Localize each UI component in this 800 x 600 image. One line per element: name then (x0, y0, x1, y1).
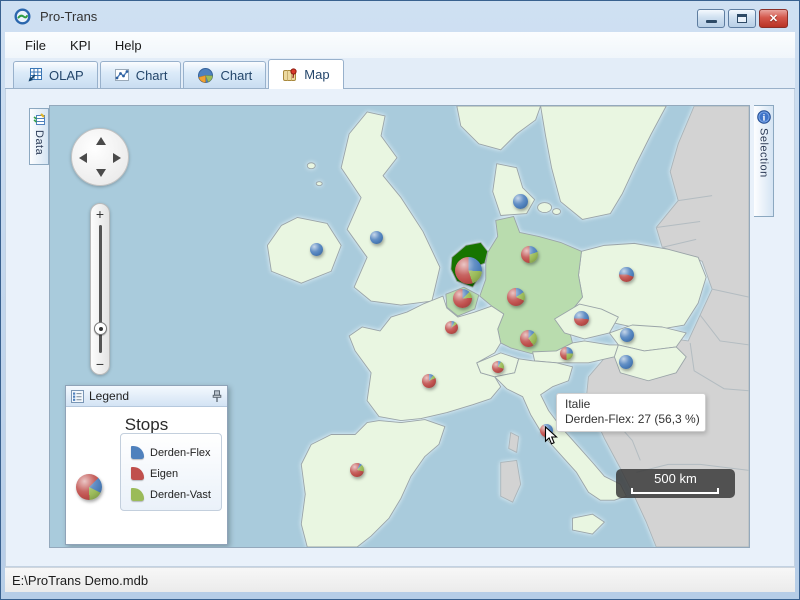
zoom-out-icon[interactable]: − (91, 357, 109, 371)
map-zoom-slider[interactable]: + − (90, 203, 110, 375)
tab-map-label: Map (304, 67, 329, 82)
minimize-icon (706, 20, 717, 23)
menu-kpi[interactable]: KPI (60, 35, 101, 56)
legend-sample-pie (76, 474, 102, 500)
menu-bar: File KPI Help (5, 32, 795, 58)
close-button[interactable]: ✕ (759, 9, 788, 28)
legend-title-bar[interactable]: Legend (66, 386, 227, 407)
map-pan-compass[interactable] (71, 128, 129, 186)
pan-right-icon[interactable] (113, 153, 121, 163)
app-logo-icon (14, 8, 31, 25)
map-pie-marker-n-france[interactable] (445, 321, 458, 334)
sidebar-tab-selection[interactable]: i Selection (754, 105, 774, 217)
map-pie-marker-hungary[interactable] (619, 355, 633, 369)
map-pie-marker-france[interactable] (422, 374, 436, 388)
status-bar: E:\ProTrans Demo.mdb (5, 567, 795, 592)
map-tab-page: Data i Selection (5, 89, 795, 567)
map-icon (282, 67, 298, 83)
sidebar-tab-data[interactable]: Data (29, 108, 49, 165)
map-pie-marker-c-germany[interactable] (507, 288, 525, 306)
status-file-path: E:\ProTrans Demo.mdb (12, 573, 148, 588)
map-pie-marker-ireland[interactable] (310, 243, 323, 256)
window-title: Pro-Trans (40, 9, 97, 24)
map-pie-marker-poland[interactable] (619, 267, 634, 282)
mouse-cursor (544, 426, 558, 446)
map-pie-marker-s-germany[interactable] (520, 330, 537, 347)
scale-bar-line (631, 488, 719, 494)
tab-olap[interactable]: OLAP (13, 61, 98, 88)
legend-title: Legend (89, 389, 207, 403)
legend-panel[interactable]: Legend Stops Derden-Flex (65, 385, 228, 545)
pan-up-icon[interactable] (96, 137, 106, 145)
scale-bar-label: 500 km (616, 471, 735, 486)
map-pie-marker-slovakia[interactable] (620, 328, 634, 342)
zoom-slider-thumb[interactable] (94, 322, 107, 335)
map-pie-marker-denmark[interactable] (513, 194, 528, 209)
map-scale-bar: 500 km (616, 469, 735, 498)
pan-down-icon[interactable] (96, 169, 106, 177)
minimize-button[interactable] (697, 9, 725, 28)
legend-item-derden-vast: Derden-Vast (131, 484, 221, 505)
eigen-swatch (131, 467, 144, 480)
tooltip-value: Derden-Flex: 27 (56,3 %) (565, 412, 697, 427)
sidebar-tab-data-label: Data (33, 130, 45, 155)
tab-chart-line-label: Chart (136, 68, 168, 83)
data-table-icon (33, 113, 46, 126)
map-pie-marker-spain[interactable] (350, 463, 364, 477)
map-pie-marker-switzerland[interactable] (492, 361, 504, 373)
tab-chart-line[interactable]: Chart (100, 61, 182, 88)
olap-grid-icon (27, 67, 43, 83)
legend-heading: Stops (66, 415, 227, 435)
map-pie-marker-austria[interactable] (560, 347, 573, 360)
derden-vast-swatch (131, 488, 144, 501)
legend-items-box: Derden-Flex Eigen Derden-Vast (120, 433, 222, 511)
map-pie-marker-czech[interactable] (574, 311, 589, 326)
tab-chart-pie-label: Chart (220, 68, 252, 83)
maximize-button[interactable] (728, 9, 756, 28)
svg-text:i: i (762, 113, 765, 123)
info-icon: i (757, 110, 771, 124)
tab-strip: OLAP Chart Chart (5, 58, 795, 89)
tab-map[interactable]: Map (268, 59, 343, 89)
tab-chart-pie[interactable]: Chart (183, 61, 266, 88)
pie-chart-icon (197, 67, 214, 84)
line-chart-icon (114, 67, 130, 83)
map-pie-marker-uk[interactable] (370, 231, 383, 244)
map-pie-marker-n-germany[interactable] (521, 246, 538, 263)
tab-olap-label: OLAP (49, 68, 84, 83)
maximize-icon (737, 14, 747, 23)
title-bar[interactable]: Pro-Trans ✕ (1, 1, 799, 32)
map-pie-marker-belgium[interactable] (453, 289, 472, 308)
legend-item-derden-flex: Derden-Flex (131, 442, 221, 463)
pin-icon[interactable] (212, 390, 222, 403)
menu-file[interactable]: File (15, 35, 56, 56)
menu-help[interactable]: Help (105, 35, 152, 56)
app-window: Pro-Trans ✕ File KPI Help OLAP (0, 0, 800, 600)
legend-item-eigen: Eigen (131, 463, 221, 484)
map-pie-marker-netherlands[interactable] (455, 257, 482, 284)
map-canvas[interactable]: + − Italie Derden-Flex: 27 (56,3 %) 500 … (49, 105, 750, 548)
legend-list-icon (71, 390, 84, 403)
island-corsica[interactable] (509, 433, 519, 453)
close-icon: ✕ (769, 12, 778, 25)
tooltip-title: Italie (565, 397, 697, 412)
derden-flex-swatch (131, 446, 144, 459)
sidebar-tab-selection-label: Selection (758, 128, 770, 178)
pan-left-icon[interactable] (79, 153, 87, 163)
zoom-in-icon[interactable]: + (91, 207, 109, 221)
map-tooltip: Italie Derden-Flex: 27 (56,3 %) (556, 393, 706, 432)
